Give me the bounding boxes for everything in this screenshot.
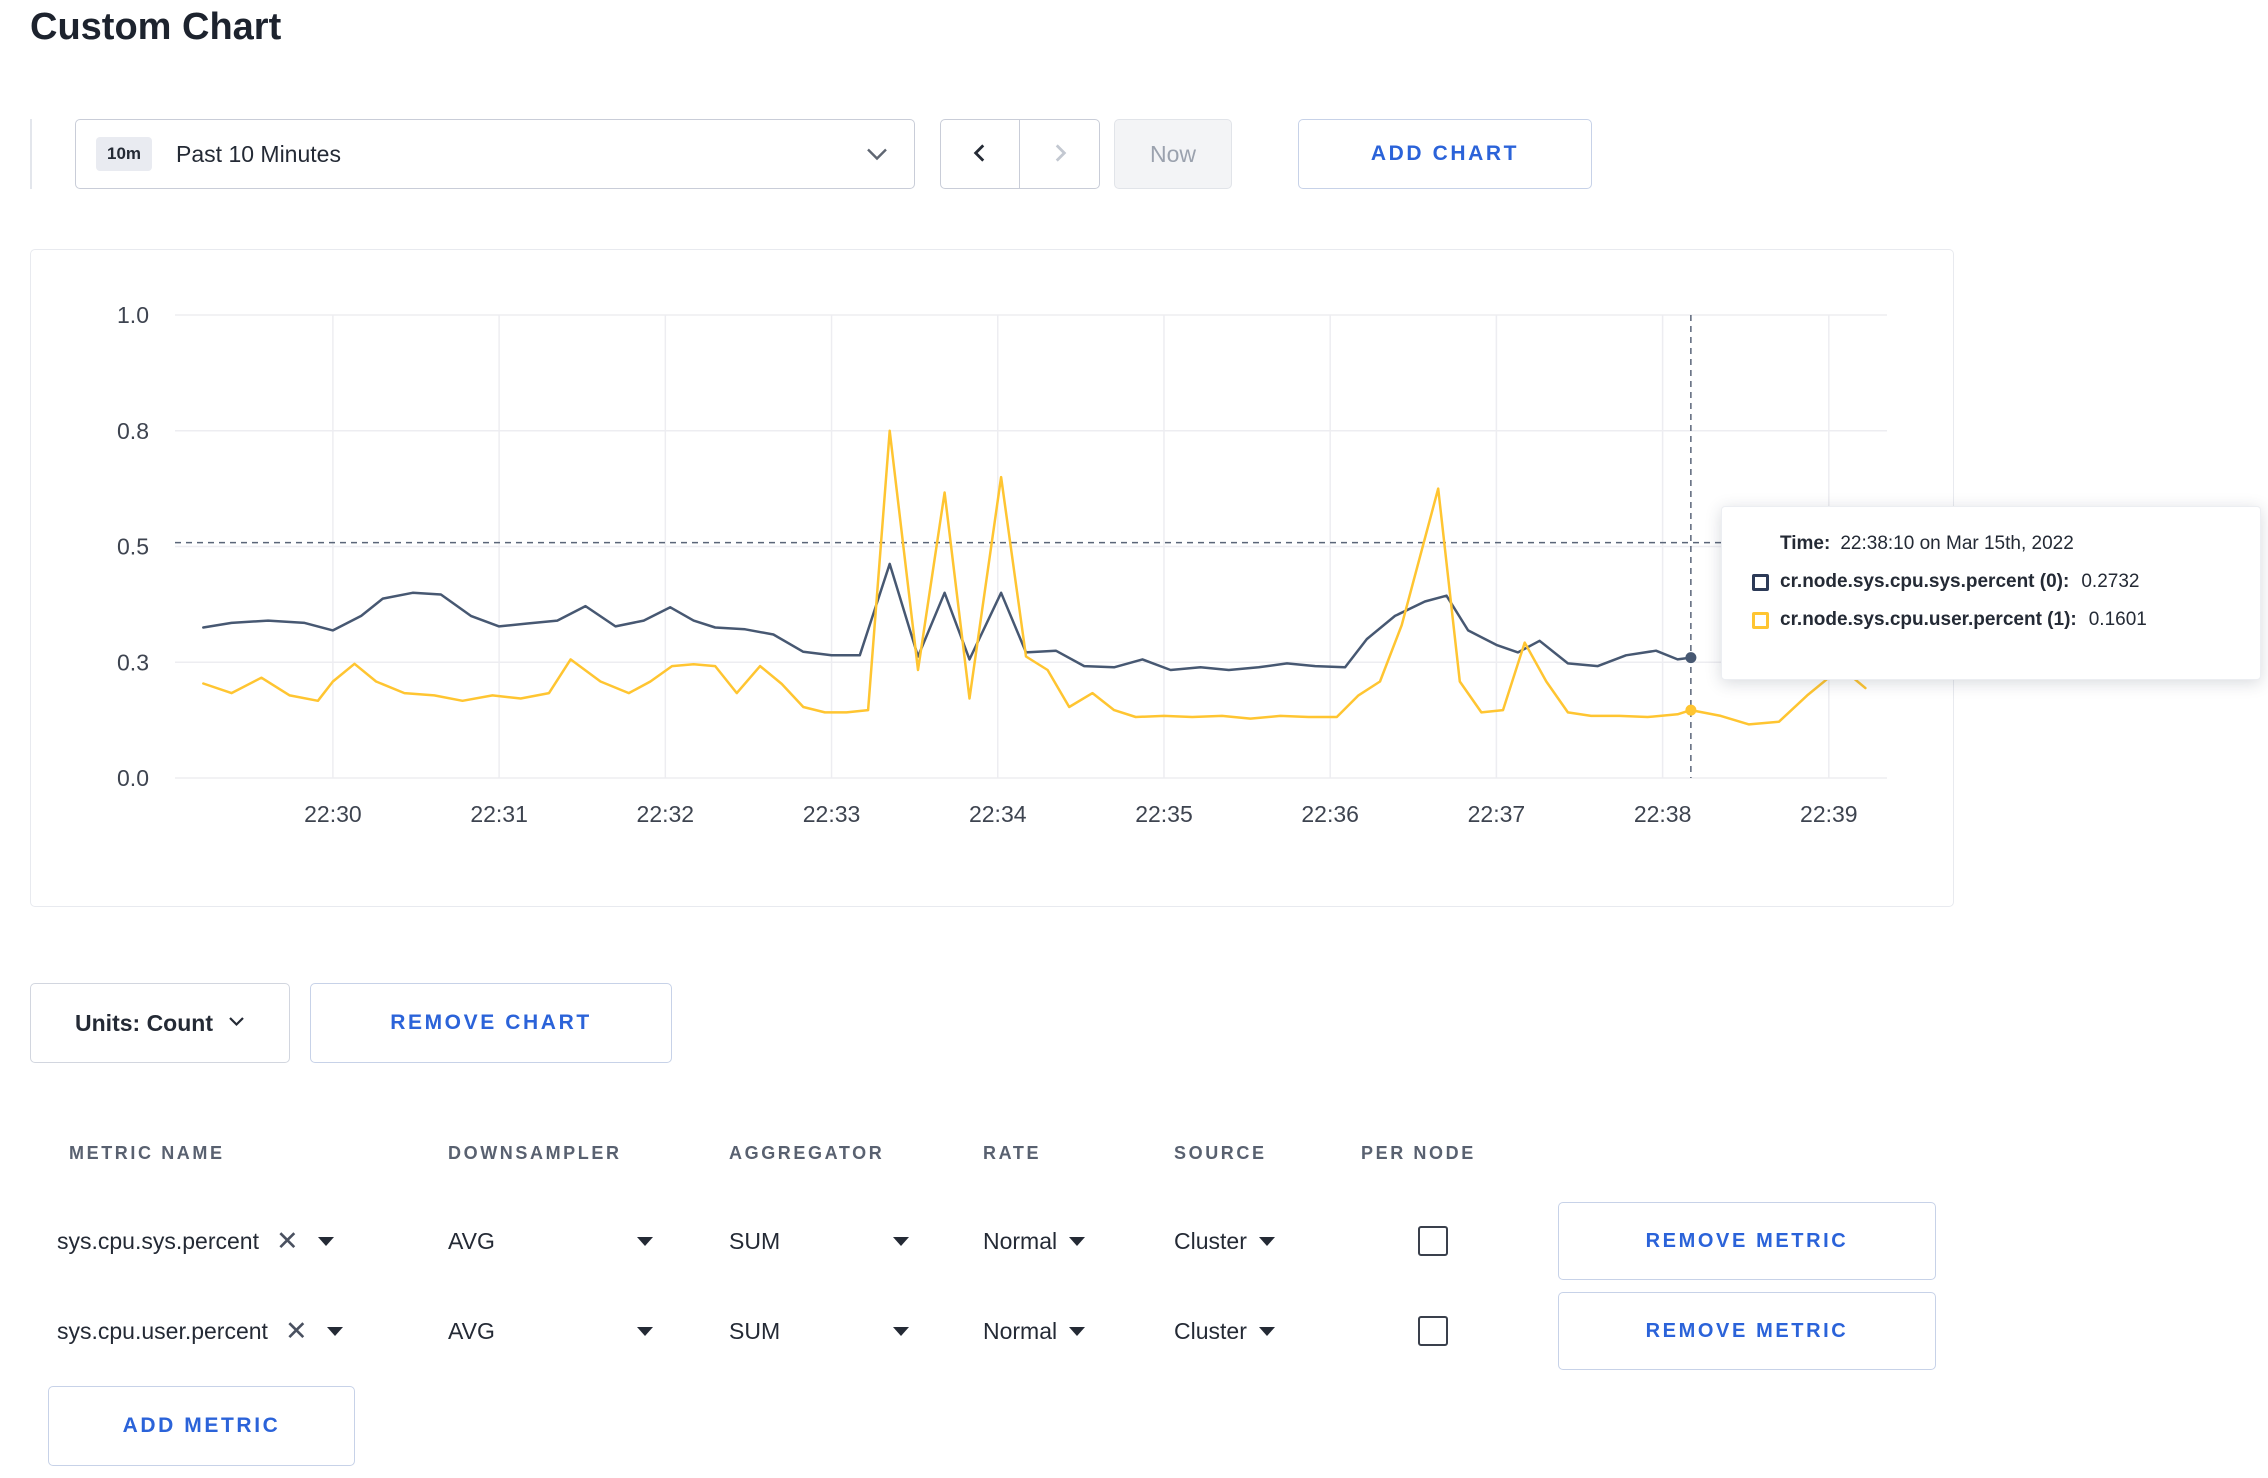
dropdown-arrow-icon: [637, 1326, 653, 1336]
chart-panel: 0.0 0.3 0.5 0.8 1.0 22:30 22:31 22:32 22:33 22:34…: [30, 249, 1954, 907]
downsampler-value: AVG: [448, 1317, 495, 1344]
tooltip-time-value: 22:38:10 on Mar 15th, 2022: [1840, 533, 2074, 554]
dropdown-arrow-icon: [1069, 1236, 1086, 1246]
column-header-rate: RATE: [983, 1143, 1042, 1163]
metric-name-select[interactable]: sys.cpu.sys.percent ✕: [57, 1201, 334, 1281]
series-user-swatch-icon: [1752, 611, 1769, 629]
legend-label: cr.node.sys.cpu.sys.percent (0):: [1780, 571, 2070, 592]
column-header-per-node: PER NODE: [1361, 1143, 1476, 1163]
dropdown-arrow-icon: [893, 1236, 909, 1246]
dropdown-arrow-icon: [1069, 1326, 1086, 1336]
dropdown-arrow-icon: [637, 1236, 653, 1246]
downsampler-value: AVG: [448, 1227, 495, 1254]
source-value: Cluster: [1174, 1317, 1247, 1344]
per-node-cell: [1418, 1201, 1448, 1281]
add-metric-button[interactable]: ADD METRIC: [48, 1386, 355, 1466]
aggregator-select[interactable]: SUM: [729, 1291, 909, 1371]
svg-text:22:36: 22:36: [1301, 801, 1359, 827]
custom-chart-page: Custom Chart 10m Past 10 Minutes Now ADD…: [0, 0, 2268, 1478]
column-header-downsampler: DOWNSAMPLER: [448, 1143, 622, 1163]
chart-tooltip: Time: 22:38:10 on Mar 15th, 2022 cr.node.…: [1721, 506, 2261, 680]
source-select[interactable]: Cluster: [1174, 1201, 1275, 1281]
chevron-down-icon: [866, 147, 888, 161]
prev-time-button[interactable]: [940, 119, 1020, 189]
metric-name-select[interactable]: sys.cpu.user.percent ✕: [57, 1291, 343, 1371]
legend-label: cr.node.sys.cpu.user.percent (1):: [1780, 609, 2077, 630]
units-dropdown[interactable]: Units: Count: [30, 983, 290, 1063]
svg-text:22:38: 22:38: [1634, 801, 1692, 827]
rate-select[interactable]: Normal: [983, 1201, 1086, 1281]
remove-metric-button[interactable]: REMOVE METRIC: [1558, 1202, 1936, 1280]
units-label: Units: Count: [75, 1009, 213, 1036]
legend-value: 0.2732: [2081, 571, 2140, 592]
rate-value: Normal: [983, 1317, 1058, 1344]
dropdown-arrow-icon: [317, 1236, 334, 1246]
metrics-table: METRIC NAME DOWNSAMPLER AGGREGATOR RATE …: [30, 1117, 1954, 1379]
tooltip-time-label: Time:: [1780, 533, 1831, 554]
now-button[interactable]: Now: [1114, 119, 1232, 189]
time-range-label: Past 10 Minutes: [176, 140, 341, 167]
aggregator-value: SUM: [729, 1227, 781, 1254]
aggregator-select[interactable]: SUM: [729, 1201, 909, 1281]
per-node-checkbox[interactable]: [1418, 1226, 1448, 1256]
chevron-left-icon: [967, 140, 993, 169]
clear-icon[interactable]: ✕: [285, 1317, 308, 1345]
dropdown-arrow-icon: [1258, 1236, 1275, 1246]
per-node-checkbox[interactable]: [1418, 1316, 1448, 1346]
chevron-down-icon: [228, 1014, 245, 1032]
svg-text:22:30: 22:30: [304, 801, 362, 827]
chevron-right-icon: [1047, 140, 1073, 169]
tooltip-time: Time: 22:38:10 on Mar 15th, 2022: [1780, 533, 2230, 555]
per-node-cell: [1418, 1291, 1448, 1371]
time-pager: [940, 119, 1100, 189]
column-header-source: SOURCE: [1174, 1143, 1267, 1163]
svg-text:0.0: 0.0: [117, 765, 149, 791]
downsampler-select[interactable]: AVG: [448, 1201, 653, 1281]
time-range-dropdown[interactable]: 10m Past 10 Minutes: [75, 119, 915, 189]
svg-text:22:34: 22:34: [969, 801, 1027, 827]
toolbar-divider: [30, 119, 32, 189]
source-select[interactable]: Cluster: [1174, 1291, 1275, 1371]
legend-row: cr.node.sys.cpu.user.percent (1): 0.1601: [1752, 609, 2230, 631]
table-row: sys.cpu.user.percent ✕ AVG SUM Normal Cl…: [30, 1291, 1954, 1371]
metric-name-value: sys.cpu.sys.percent: [57, 1227, 259, 1254]
table-row: sys.cpu.sys.percent ✕ AVG SUM Normal Clu…: [30, 1201, 1954, 1281]
aggregator-value: SUM: [729, 1317, 781, 1344]
svg-text:22:37: 22:37: [1468, 801, 1526, 827]
legend-row: cr.node.sys.cpu.sys.percent (0): 0.2732: [1752, 571, 2230, 593]
svg-text:22:35: 22:35: [1135, 801, 1193, 827]
svg-text:22:32: 22:32: [637, 801, 695, 827]
column-header-metric-name: METRIC NAME: [69, 1143, 225, 1163]
series-sys-swatch-icon: [1752, 573, 1769, 591]
dropdown-arrow-icon: [893, 1326, 909, 1336]
svg-text:22:31: 22:31: [470, 801, 528, 827]
dropdown-arrow-icon: [326, 1326, 343, 1336]
time-range-badge: 10m: [96, 137, 153, 171]
column-header-aggregator: AGGREGATOR: [729, 1143, 885, 1163]
legend-value: 0.1601: [2088, 609, 2147, 630]
svg-text:1.0: 1.0: [117, 302, 149, 328]
svg-text:22:33: 22:33: [803, 801, 861, 827]
downsampler-select[interactable]: AVG: [448, 1291, 653, 1371]
add-chart-button[interactable]: ADD CHART: [1298, 119, 1592, 189]
svg-text:22:39: 22:39: [1800, 801, 1858, 827]
timeseries-chart[interactable]: 0.0 0.3 0.5 0.8 1.0 22:30 22:31 22:32 22:33 22:34…: [31, 250, 1955, 908]
clear-icon[interactable]: ✕: [276, 1227, 299, 1255]
source-value: Cluster: [1174, 1227, 1247, 1254]
dropdown-arrow-icon: [1258, 1326, 1275, 1336]
rate-value: Normal: [983, 1227, 1058, 1254]
metric-name-value: sys.cpu.user.percent: [57, 1317, 268, 1344]
next-time-button[interactable]: [1020, 119, 1100, 189]
svg-text:0.5: 0.5: [117, 534, 149, 560]
svg-text:0.3: 0.3: [117, 649, 149, 675]
remove-chart-button[interactable]: REMOVE CHART: [310, 983, 672, 1063]
page-title: Custom Chart: [30, 6, 282, 48]
svg-text:0.8: 0.8: [117, 418, 149, 444]
remove-metric-button[interactable]: REMOVE METRIC: [1558, 1292, 1936, 1370]
rate-select[interactable]: Normal: [983, 1291, 1086, 1371]
